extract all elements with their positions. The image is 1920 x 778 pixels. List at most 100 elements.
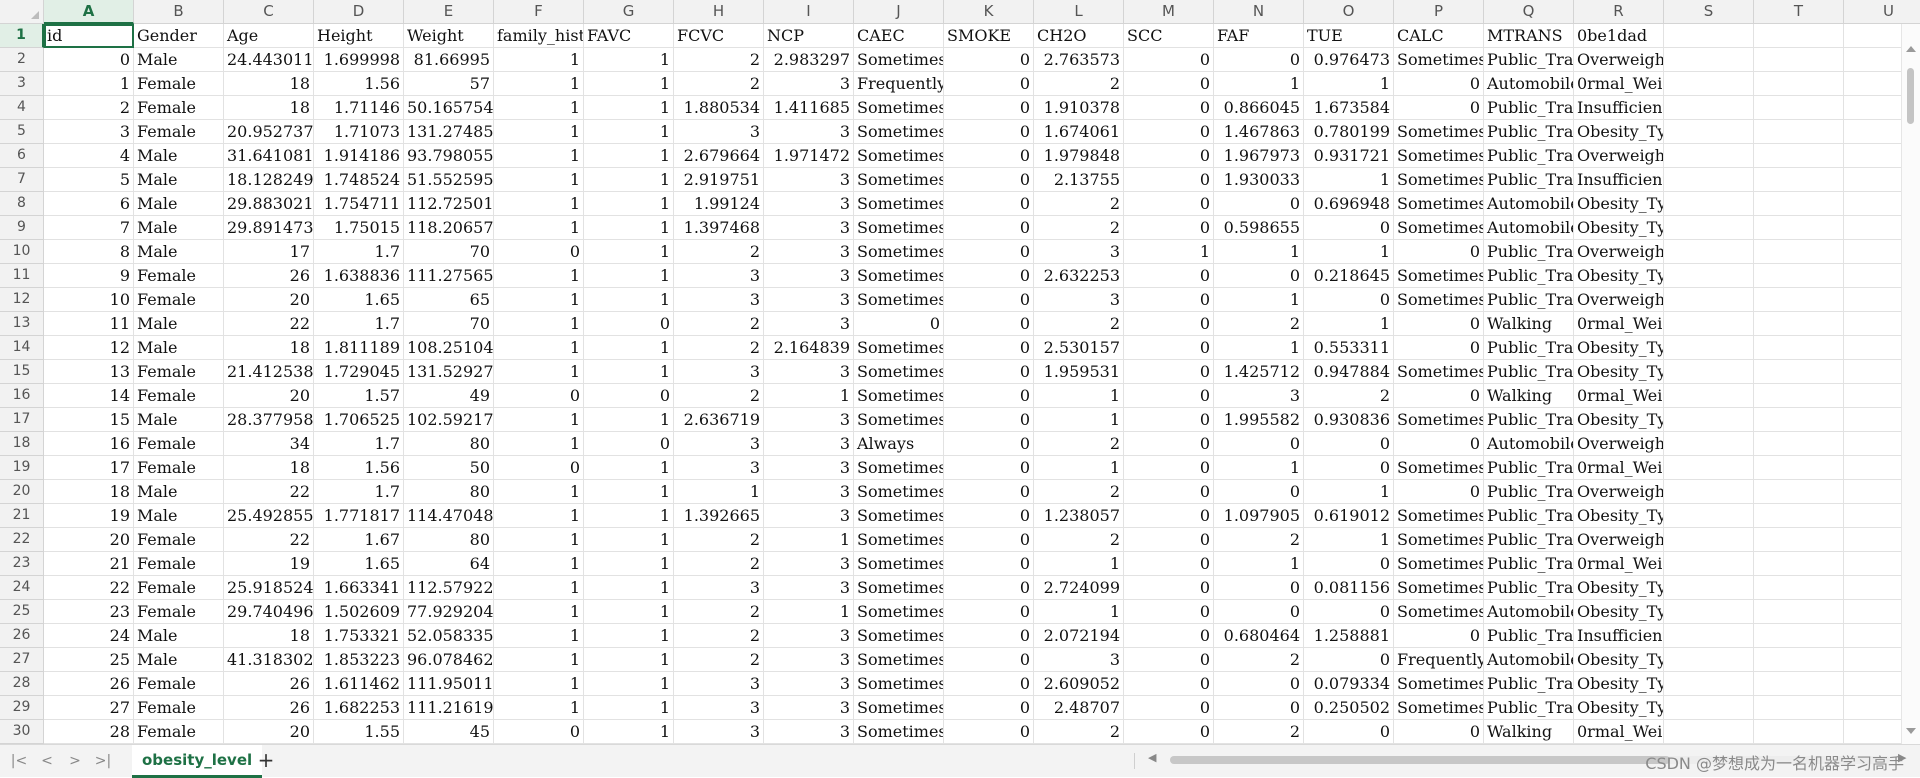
data-cell[interactable]: Public_Transportation (1484, 96, 1574, 120)
data-cell[interactable]: 22 (44, 576, 134, 600)
data-cell[interactable] (1664, 336, 1754, 360)
data-cell[interactable]: 1.771817 (314, 504, 404, 528)
data-cell[interactable]: 7 (44, 216, 134, 240)
data-cell[interactable]: 1.425712 (1214, 360, 1304, 384)
row-header[interactable]: 25 (0, 600, 44, 624)
data-cell[interactable]: 1.699998 (314, 48, 404, 72)
data-cell[interactable]: 0 (1214, 480, 1304, 504)
row-header[interactable]: 22 (0, 528, 44, 552)
data-cell[interactable]: 0 (944, 264, 1034, 288)
scrollbar-thumb[interactable] (1907, 68, 1914, 124)
data-cell[interactable]: 0.081156 (1304, 576, 1394, 600)
data-cell[interactable]: 0.696948 (1304, 192, 1394, 216)
data-cell[interactable]: 0 (44, 48, 134, 72)
data-cell[interactable]: 3 (764, 552, 854, 576)
data-cell[interactable]: 1.56 (314, 72, 404, 96)
data-cell[interactable]: Female (134, 720, 224, 744)
data-cell[interactable]: 2 (1034, 720, 1124, 744)
data-cell[interactable] (1664, 528, 1754, 552)
data-cell[interactable]: Automobile (1484, 72, 1574, 96)
column-header-t[interactable]: T (1754, 0, 1844, 24)
data-cell[interactable]: 1.7 (314, 312, 404, 336)
data-cell[interactable]: 1 (494, 96, 584, 120)
data-cell[interactable]: Obesity_Type_I (1574, 600, 1664, 624)
data-cell[interactable]: Obesity_Type_I (1574, 648, 1664, 672)
data-cell[interactable]: Public_Transportation (1484, 624, 1574, 648)
data-cell[interactable]: 0 (1124, 624, 1214, 648)
data-cell[interactable]: 18.128249 (224, 168, 314, 192)
data-cell[interactable]: Sometimes (1394, 456, 1484, 480)
data-cell[interactable]: 3 (674, 432, 764, 456)
data-cell[interactable]: 1.930033 (1214, 168, 1304, 192)
data-cell[interactable]: 1 (584, 48, 674, 72)
data-cell[interactable]: 1.238057 (1034, 504, 1124, 528)
data-cell[interactable]: 6 (44, 192, 134, 216)
data-cell[interactable]: 3 (764, 216, 854, 240)
data-cell[interactable]: 0 (1124, 408, 1214, 432)
data-cell[interactable]: 81.66995 (404, 48, 494, 72)
data-cell[interactable]: 1 (494, 600, 584, 624)
data-cell[interactable]: 2 (1214, 312, 1304, 336)
data-cell[interactable]: 0.079334 (1304, 672, 1394, 696)
data-cell[interactable]: Sometimes (1394, 48, 1484, 72)
data-cell[interactable]: Sometimes (854, 408, 944, 432)
data-cell[interactable]: Male (134, 192, 224, 216)
data-cell[interactable] (1664, 360, 1754, 384)
horizontal-scrollbar-thumb[interactable] (1170, 756, 1670, 764)
data-cell[interactable]: 108.25104 (404, 336, 494, 360)
data-cell[interactable]: 1 (1214, 456, 1304, 480)
data-cell[interactable]: Sometimes (854, 528, 944, 552)
data-cell[interactable]: 21 (44, 552, 134, 576)
data-cell[interactable]: 1 (584, 720, 674, 744)
data-cell[interactable] (1754, 432, 1844, 456)
data-cell[interactable]: 20 (224, 720, 314, 744)
data-cell[interactable]: 8 (44, 240, 134, 264)
data-cell[interactable]: 13 (44, 360, 134, 384)
data-cell[interactable]: Sometimes (1394, 192, 1484, 216)
data-cell[interactable]: Sometimes (1394, 168, 1484, 192)
data-cell[interactable]: Sometimes (1394, 552, 1484, 576)
data-cell[interactable]: 1.995582 (1214, 408, 1304, 432)
data-cell[interactable]: Public_Transportation (1484, 528, 1574, 552)
data-cell[interactable] (1754, 264, 1844, 288)
data-cell[interactable]: 1 (494, 624, 584, 648)
data-cell[interactable]: Public_Transportation (1484, 408, 1574, 432)
data-cell[interactable]: 2.724099 (1034, 576, 1124, 600)
data-cell[interactable]: 1.971472 (764, 144, 854, 168)
data-cell[interactable]: Sometimes (854, 720, 944, 744)
column-title-cell[interactable]: SCC (1124, 24, 1214, 48)
data-cell[interactable]: Overweight_Level_II (1574, 432, 1664, 456)
data-cell[interactable]: 2 (44, 96, 134, 120)
data-cell[interactable]: 1.55 (314, 720, 404, 744)
data-cell[interactable]: Sometimes (854, 576, 944, 600)
data-cell[interactable]: Sometimes (1394, 504, 1484, 528)
row-header[interactable]: 6 (0, 144, 44, 168)
data-cell[interactable]: 17 (224, 240, 314, 264)
data-cell[interactable]: Insufficient_Weight (1574, 624, 1664, 648)
data-cell[interactable]: 1 (584, 336, 674, 360)
data-cell[interactable]: 1 (494, 408, 584, 432)
data-cell[interactable]: 118.20657 (404, 216, 494, 240)
data-cell[interactable]: 2.164839 (764, 336, 854, 360)
data-cell[interactable]: 114.47048 (404, 504, 494, 528)
data-cell[interactable]: 0 (1394, 96, 1484, 120)
row-header[interactable]: 13 (0, 312, 44, 336)
data-cell[interactable]: 0 (944, 696, 1034, 720)
row-header[interactable]: 10 (0, 240, 44, 264)
data-cell[interactable]: 2 (1034, 528, 1124, 552)
data-cell[interactable]: 2.530157 (1034, 336, 1124, 360)
data-cell[interactable] (1664, 192, 1754, 216)
data-cell[interactable]: 1.57 (314, 384, 404, 408)
data-cell[interactable]: 0 (584, 384, 674, 408)
data-cell[interactable]: 0 (1124, 384, 1214, 408)
data-cell[interactable]: 70 (404, 312, 494, 336)
data-cell[interactable]: 131.27485 (404, 120, 494, 144)
data-cell[interactable]: 2 (1214, 720, 1304, 744)
data-cell[interactable]: Female (134, 384, 224, 408)
data-cell[interactable]: 25.492855 (224, 504, 314, 528)
data-cell[interactable]: Sometimes (854, 240, 944, 264)
data-cell[interactable]: 1.682253 (314, 696, 404, 720)
data-cell[interactable]: Sometimes (854, 144, 944, 168)
data-cell[interactable]: 65 (404, 288, 494, 312)
data-cell[interactable]: 2.763573 (1034, 48, 1124, 72)
